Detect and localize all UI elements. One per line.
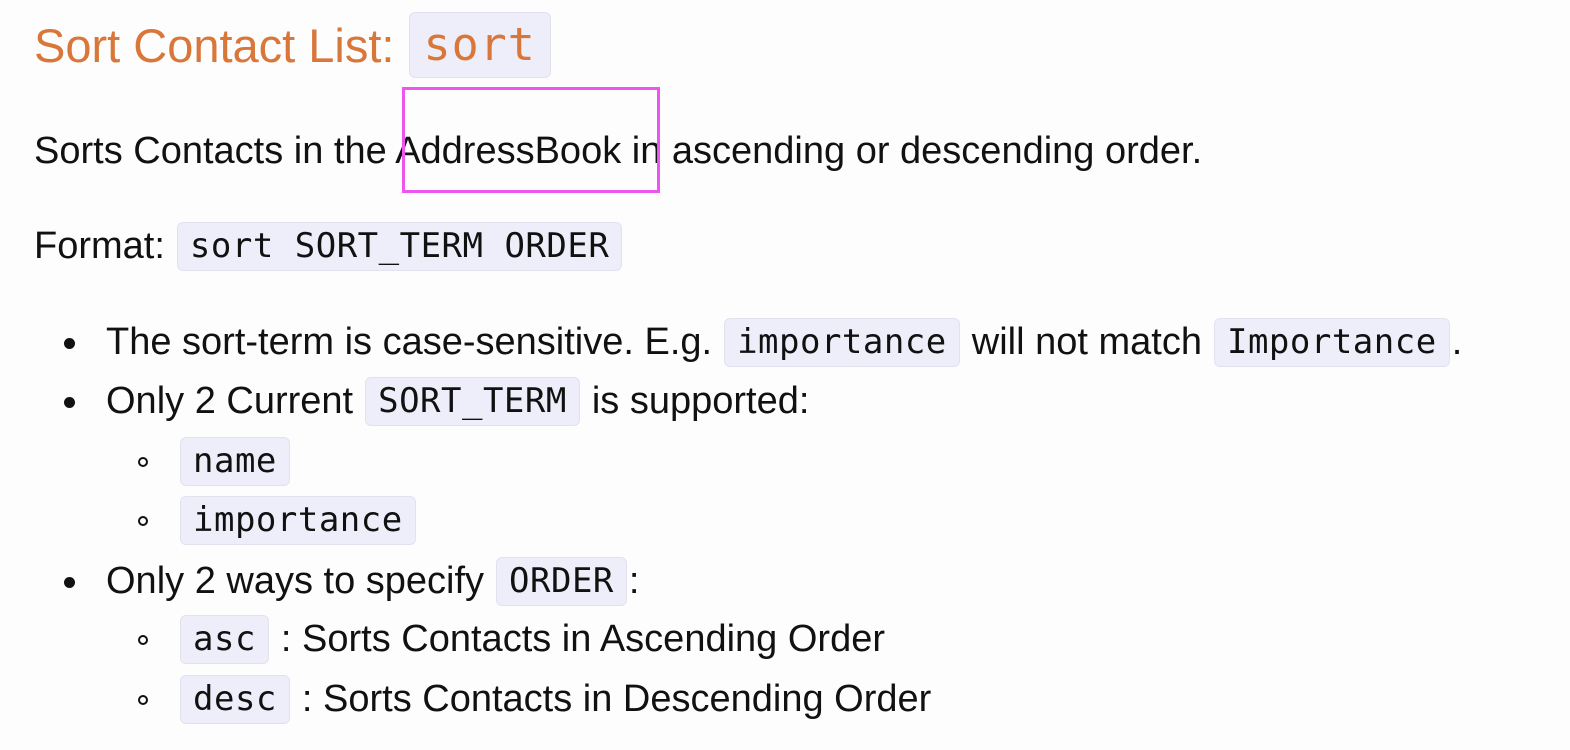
bullet-dot [64, 397, 75, 408]
order-text-1: Only 2 ways to specify [106, 560, 485, 603]
format-label: Format: [34, 225, 165, 268]
code-sort-term: SORT_TERM [365, 377, 580, 426]
sub-bullet-circle [138, 635, 148, 645]
sub-bullet-circle [138, 695, 148, 705]
code-option-importance: importance [180, 496, 416, 545]
case-text-3: . [1451, 321, 1463, 364]
case-text-2: will not match [971, 321, 1202, 364]
code-importance-upper: Importance [1213, 318, 1450, 367]
order-text-2: : [628, 560, 640, 603]
sort-term-text-1: Only 2 Current [106, 380, 354, 423]
format-code: sort SORT_TERM ORDER [176, 222, 623, 271]
sub-bullet-circle [138, 457, 148, 467]
code-order: ORDER [496, 557, 627, 606]
description-highlighted-word: AddressBook [395, 130, 622, 172]
sub-bullet-circle [138, 516, 148, 526]
asc-description: : Sorts Contacts in Ascending Order [280, 618, 885, 661]
code-option-asc: asc [180, 615, 269, 664]
sort-term-text-2: is supported: [591, 380, 810, 423]
format-paragraph: Format: sort SORT_TERM ORDER [34, 222, 623, 271]
code-option-desc: desc [180, 675, 290, 724]
desc-description: : Sorts Contacts in Descending Order [301, 678, 932, 721]
code-option-name: name [180, 437, 290, 486]
code-importance-lower: importance [724, 318, 960, 367]
page-title: Sort Contact List: sort [34, 12, 551, 79]
description-after: in ascending or descending order. [621, 130, 1203, 172]
title-text: Sort Contact List: [34, 18, 395, 72]
description-paragraph: Sorts Contacts in the AddressBook in asc… [34, 132, 1202, 170]
title-command-code: sort [408, 12, 551, 79]
description-before: Sorts Contacts in the [34, 130, 396, 172]
bullet-dot [64, 338, 75, 349]
case-text-1: The sort-term is case-sensitive. E.g. [106, 321, 713, 364]
bullet-dot [64, 577, 75, 588]
